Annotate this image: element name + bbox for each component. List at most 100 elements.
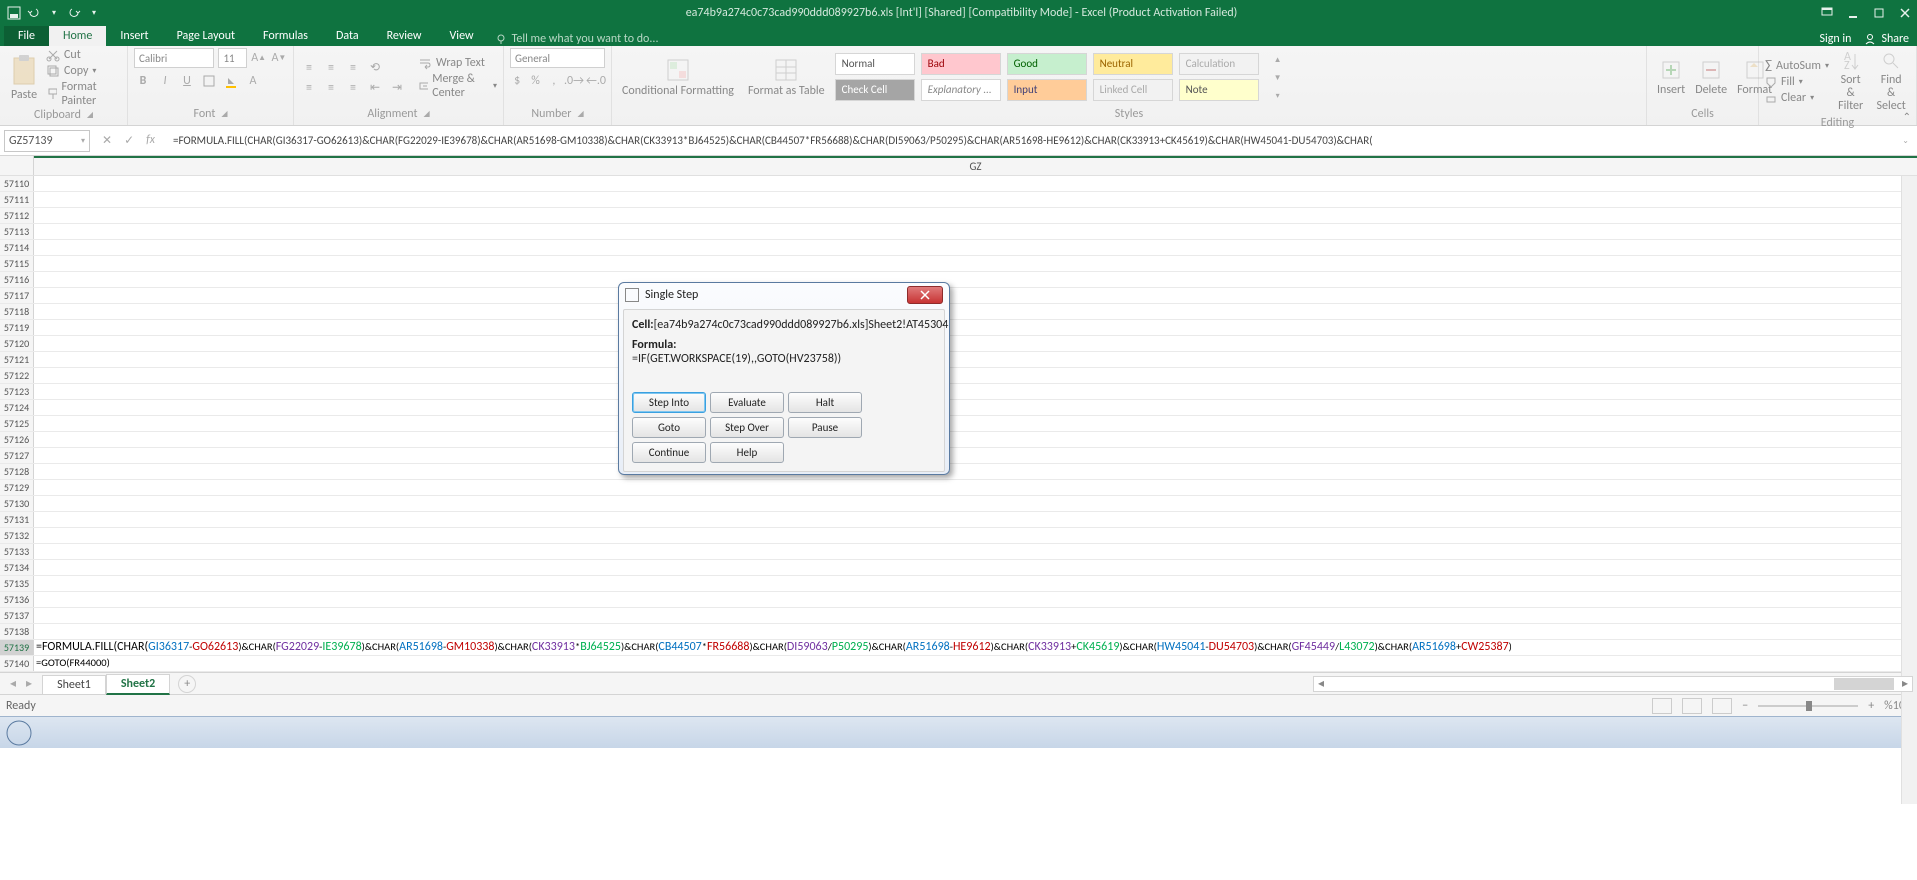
row-header[interactable]: 57123: [0, 384, 34, 399]
fill-color-button[interactable]: [222, 72, 240, 90]
row-header[interactable]: 57135: [0, 576, 34, 591]
merge-center-button[interactable]: Merge & Center▾: [418, 72, 497, 100]
share-button[interactable]: Share: [1863, 32, 1909, 46]
grid-cell[interactable]: [34, 544, 1917, 559]
row-header[interactable]: 57125: [0, 416, 34, 431]
align-right-icon[interactable]: ≡: [344, 79, 362, 97]
row-header[interactable]: 57130: [0, 496, 34, 511]
hscroll-thumb[interactable]: [1834, 678, 1894, 690]
row-header[interactable]: 57131: [0, 512, 34, 527]
row-header[interactable]: 57120: [0, 336, 34, 351]
sheet-nav-prev-icon[interactable]: ◂: [10, 676, 16, 691]
style-scroll-down-icon[interactable]: ▼: [1269, 69, 1287, 87]
find-select-button[interactable]: Find & Select: [1872, 48, 1910, 116]
grid-row[interactable]: 57119: [0, 320, 1917, 336]
row-header[interactable]: 57132: [0, 528, 34, 543]
bold-button[interactable]: B: [134, 72, 152, 90]
grid-row[interactable]: 57136: [0, 592, 1917, 608]
sheet-tab-2[interactable]: Sheet2: [106, 674, 170, 695]
grid-cell[interactable]: [34, 304, 1917, 319]
grid-cell[interactable]: [34, 384, 1917, 399]
grid-row[interactable]: 57114: [0, 240, 1917, 256]
grid-row[interactable]: 57132: [0, 528, 1917, 544]
ribbon-options-icon[interactable]: [1821, 7, 1833, 19]
grid-row[interactable]: 57122: [0, 368, 1917, 384]
row-header[interactable]: 57124: [0, 400, 34, 415]
column-header[interactable]: GZ: [34, 156, 1917, 175]
format-painter-button[interactable]: Format Painter: [46, 80, 121, 108]
grid-cell[interactable]: [34, 592, 1917, 607]
grid-cell[interactable]: [34, 400, 1917, 415]
style-explanatory[interactable]: Explanatory ...: [921, 79, 1001, 101]
select-all-corner[interactable]: [0, 156, 34, 175]
grid-cell[interactable]: [34, 416, 1917, 431]
signin-link[interactable]: Sign in: [1819, 32, 1851, 46]
row-header[interactable]: 57136: [0, 592, 34, 607]
tab-formulas[interactable]: Formulas: [249, 26, 322, 46]
grid-cell[interactable]: [34, 208, 1917, 223]
row-header[interactable]: 57133: [0, 544, 34, 559]
row-header[interactable]: 57129: [0, 480, 34, 495]
style-neutral[interactable]: Neutral: [1093, 53, 1173, 75]
italic-button[interactable]: I: [156, 72, 174, 90]
accounting-button[interactable]: $: [510, 72, 524, 90]
grid-row[interactable]: 57131: [0, 512, 1917, 528]
grid-row[interactable]: 57120: [0, 336, 1917, 352]
continue-button[interactable]: Continue: [632, 442, 706, 463]
grid-row[interactable]: 57133: [0, 544, 1917, 560]
grid-row[interactable]: 57137: [0, 608, 1917, 624]
row-header[interactable]: 57122: [0, 368, 34, 383]
fill-button[interactable]: Fill▾: [1765, 75, 1829, 89]
font-color-button[interactable]: A: [244, 72, 262, 90]
vertical-scrollbar[interactable]: [1901, 176, 1917, 804]
row-header[interactable]: 57140: [0, 656, 34, 671]
row-header[interactable]: 57113: [0, 224, 34, 239]
grid-row[interactable]: 57115: [0, 256, 1917, 272]
grid-cell[interactable]: [34, 624, 1917, 639]
horizontal-scrollbar[interactable]: ◂ ▸: [1313, 676, 1913, 692]
sort-filter-button[interactable]: AZSort & Filter: [1833, 48, 1868, 116]
redo-icon[interactable]: [66, 5, 82, 21]
grid-cell[interactable]: [34, 576, 1917, 591]
indent-dec-icon[interactable]: ⇤: [366, 79, 384, 97]
grid-row[interactable]: 57123: [0, 384, 1917, 400]
grid-row[interactable]: 57111: [0, 192, 1917, 208]
style-linked-cell[interactable]: Linked Cell: [1093, 79, 1173, 101]
grid-cell[interactable]: [34, 320, 1917, 335]
grid-row[interactable]: 57121: [0, 352, 1917, 368]
paste-button[interactable]: Paste: [6, 52, 42, 104]
row-header[interactable]: 57114: [0, 240, 34, 255]
clear-button[interactable]: Clear▾: [1765, 91, 1829, 105]
grid-row[interactable]: 57134: [0, 560, 1917, 576]
dialog-close-button[interactable]: [907, 286, 943, 304]
row-header[interactable]: 57110: [0, 176, 34, 191]
add-sheet-button[interactable]: +: [178, 675, 196, 693]
align-middle-icon[interactable]: ≡: [322, 59, 340, 77]
style-calculation[interactable]: Calculation: [1179, 53, 1259, 75]
spreadsheet-grid[interactable]: 5711057111571125711357114571155711657117…: [0, 176, 1917, 672]
grid-cell[interactable]: [34, 176, 1917, 191]
grid-cell[interactable]: =GOTO(FR44000): [34, 656, 1917, 671]
row-header[interactable]: 57134: [0, 560, 34, 575]
step-into-button[interactable]: Step Into: [632, 392, 706, 413]
row-header[interactable]: 57127: [0, 448, 34, 463]
grid-row[interactable]: 57130: [0, 496, 1917, 512]
grid-row[interactable]: 57128: [0, 464, 1917, 480]
grid-cell[interactable]: [34, 496, 1917, 511]
tell-me-search[interactable]: Tell me what you want to do...: [494, 32, 659, 46]
row-header[interactable]: 57128: [0, 464, 34, 479]
evaluate-button[interactable]: Evaluate: [710, 392, 784, 413]
collapse-ribbon-icon[interactable]: ⌃: [1903, 110, 1911, 123]
hscroll-right-icon[interactable]: ▸: [1898, 677, 1912, 691]
tab-home[interactable]: Home: [49, 26, 106, 46]
grid-cell[interactable]: =FORMULA.FILL(CHAR(GI36317-GO62613)&CHAR…: [34, 640, 1917, 655]
tab-page-layout[interactable]: Page Layout: [163, 26, 249, 46]
decrease-font-icon[interactable]: A▼: [271, 49, 287, 67]
maximize-icon[interactable]: [1873, 7, 1885, 19]
row-header[interactable]: 57119: [0, 320, 34, 335]
fx-icon[interactable]: fx: [146, 133, 155, 148]
page-break-view-icon[interactable]: [1712, 698, 1732, 714]
tab-insert[interactable]: Insert: [106, 26, 162, 46]
sheet-nav-next-icon[interactable]: ▸: [26, 676, 32, 691]
hscroll-left-icon[interactable]: ◂: [1314, 677, 1328, 691]
